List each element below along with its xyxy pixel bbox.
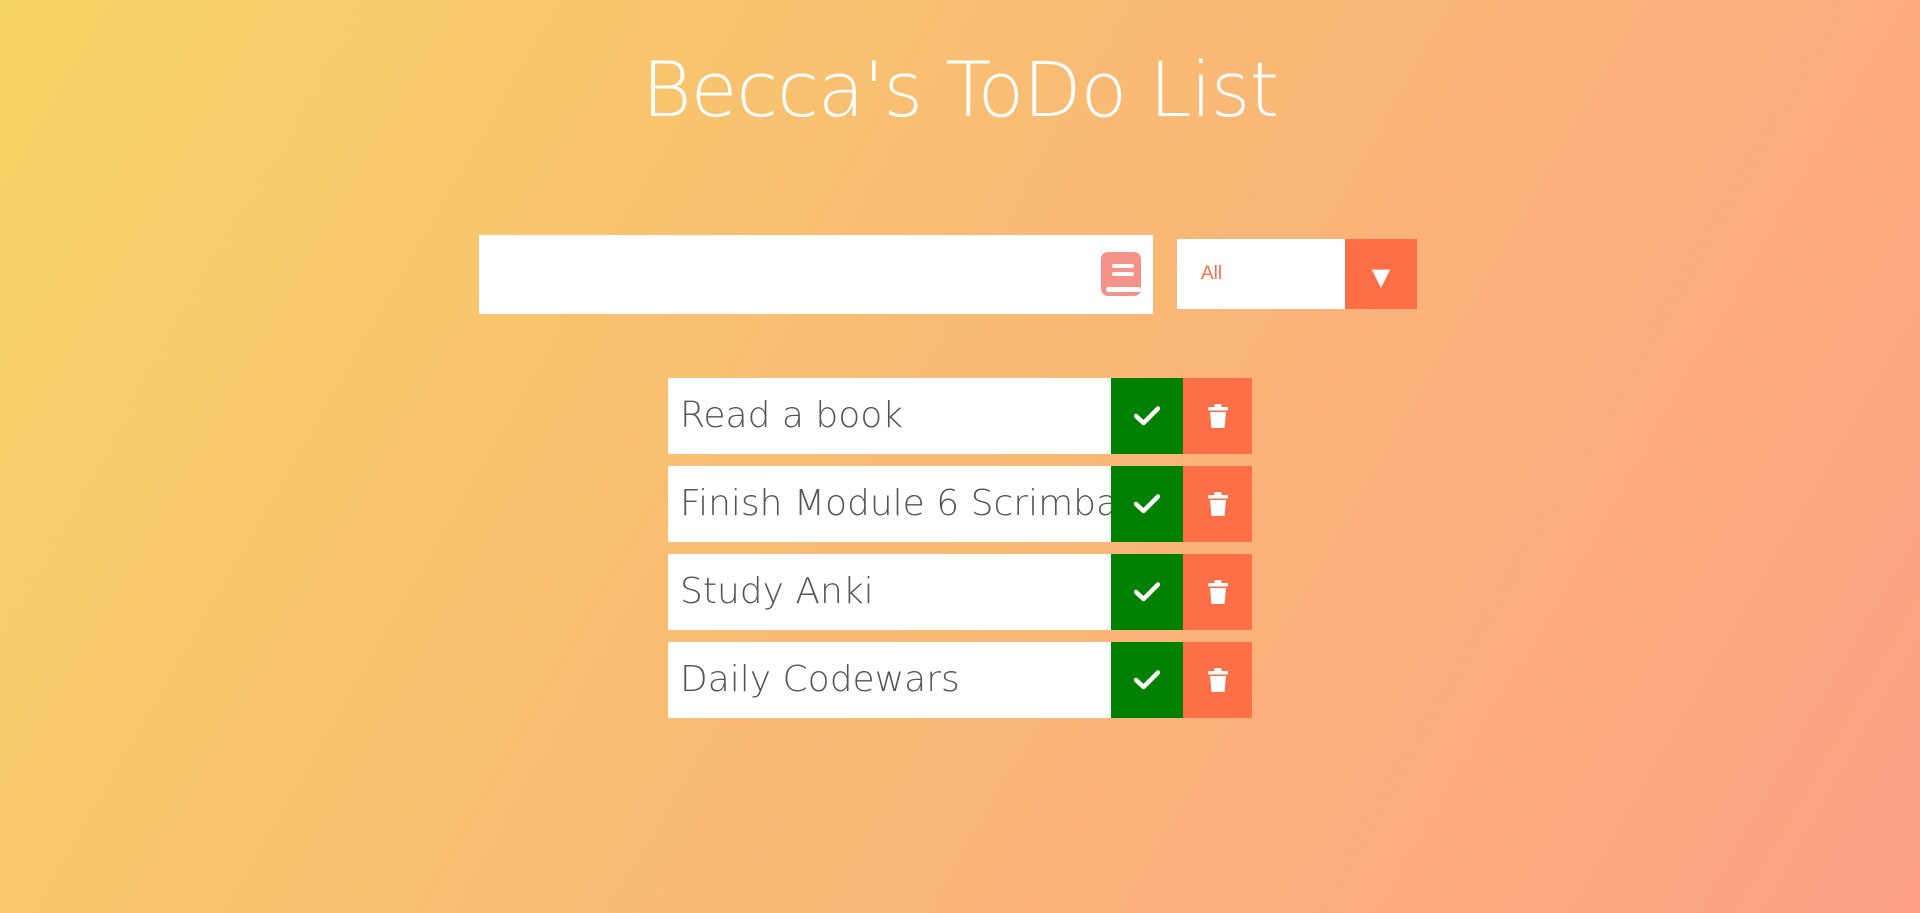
todo-text: Daily Codewars bbox=[680, 659, 960, 700]
trash-icon bbox=[1207, 668, 1228, 692]
check-icon bbox=[1134, 406, 1160, 426]
filter-select[interactable]: All ▼ bbox=[1177, 239, 1417, 309]
todo-item: Read a book bbox=[668, 378, 1252, 454]
complete-button[interactable] bbox=[1111, 554, 1183, 630]
trash-icon bbox=[1207, 492, 1228, 516]
todo-text: Read a book bbox=[680, 395, 904, 436]
todo-input[interactable] bbox=[479, 235, 1119, 314]
todo-item: Finish Module 6 Scrimba bbox=[668, 466, 1252, 542]
delete-button[interactable] bbox=[1183, 554, 1252, 630]
book-icon bbox=[1101, 252, 1141, 296]
todo-text: Finish Module 6 Scrimba bbox=[680, 483, 1111, 524]
complete-button[interactable] bbox=[1111, 466, 1183, 542]
filter-selected-value: All bbox=[1201, 263, 1223, 284]
delete-button[interactable] bbox=[1183, 378, 1252, 454]
delete-button[interactable] bbox=[1183, 642, 1252, 718]
todo-list: Read a book Finish Module 6 Scrimba Stud… bbox=[668, 378, 1252, 730]
triangle-down-icon[interactable]: ▼ bbox=[1345, 239, 1417, 309]
add-todo-button[interactable] bbox=[1099, 250, 1141, 298]
trash-icon bbox=[1207, 580, 1228, 604]
todo-item: Daily Codewars bbox=[668, 642, 1252, 718]
complete-button[interactable] bbox=[1111, 642, 1183, 718]
page-title: Becca's ToDo List bbox=[641, 45, 1279, 134]
complete-button[interactable] bbox=[1111, 378, 1183, 454]
todo-input-container bbox=[479, 235, 1153, 314]
check-icon bbox=[1134, 494, 1160, 514]
trash-icon bbox=[1207, 404, 1228, 428]
check-icon bbox=[1134, 670, 1160, 690]
delete-button[interactable] bbox=[1183, 466, 1252, 542]
check-icon bbox=[1134, 582, 1160, 602]
todo-text: Study Anki bbox=[680, 571, 874, 612]
todo-item: Study Anki bbox=[668, 554, 1252, 630]
